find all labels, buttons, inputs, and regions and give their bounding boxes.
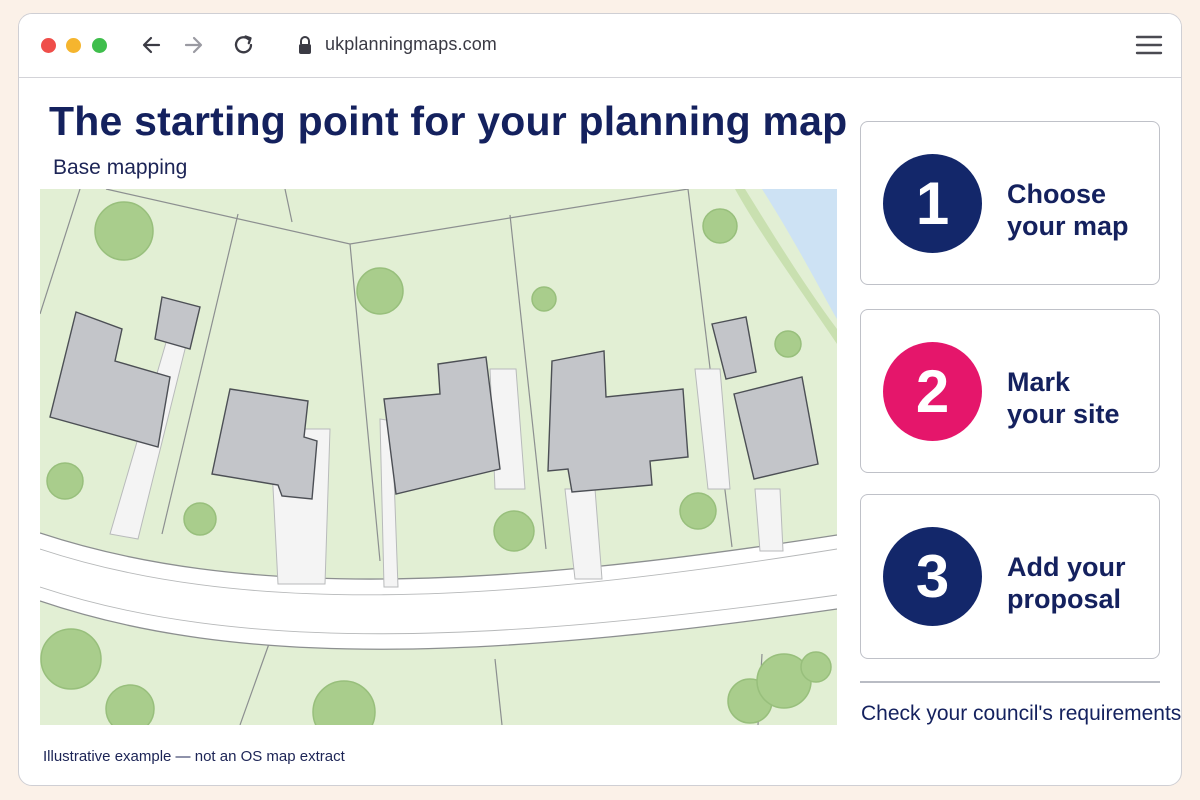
lock-icon	[299, 36, 311, 54]
page-title: The starting point for your planning map	[49, 98, 848, 144]
step-label-line2: your map	[1007, 211, 1129, 241]
step-card-add-proposal[interactable]: 3 Add your proposal	[860, 494, 1160, 659]
step-number-badge: 1	[883, 154, 982, 253]
step-label: Choose your map	[1007, 178, 1129, 242]
step-label-line2: proposal	[1007, 584, 1122, 614]
address-bar-url[interactable]: ukplanningmaps.com	[325, 34, 497, 55]
browser-toolbar: ukplanningmaps.com	[19, 14, 1181, 78]
close-window-button[interactable]	[41, 38, 56, 53]
back-arrow-icon[interactable]	[139, 32, 165, 58]
step-label-line2: your site	[1007, 399, 1120, 429]
step-number-badge: 3	[883, 527, 982, 626]
step-label-line1: Choose	[1007, 179, 1107, 209]
minimize-window-button[interactable]	[66, 38, 81, 53]
reload-icon[interactable]	[231, 32, 257, 58]
hamburger-menu-icon[interactable]	[1135, 33, 1163, 57]
step-number-badge: 2	[883, 342, 982, 441]
base-map-illustration	[40, 189, 837, 725]
step-label-line1: Mark	[1007, 367, 1071, 397]
browser-window: ukplanningmaps.com The starting point fo…	[18, 13, 1182, 786]
step-card-choose-map[interactable]: 1 Choose your map	[860, 121, 1160, 285]
step-label: Add your proposal	[1007, 551, 1126, 615]
maximize-window-button[interactable]	[92, 38, 107, 53]
step-card-mark-site[interactable]: 2 Mark your site	[860, 309, 1160, 473]
map-disclaimer: Illustrative example — not an OS map ext…	[43, 748, 345, 765]
step-label: Mark your site	[1007, 366, 1120, 430]
council-requirements-link[interactable]: Check your council's requirements	[861, 702, 1181, 726]
divider	[860, 681, 1160, 683]
map-section-label: Base mapping	[53, 156, 188, 179]
step-label-line1: Add your	[1007, 552, 1126, 582]
forward-arrow-icon[interactable]	[180, 32, 206, 58]
